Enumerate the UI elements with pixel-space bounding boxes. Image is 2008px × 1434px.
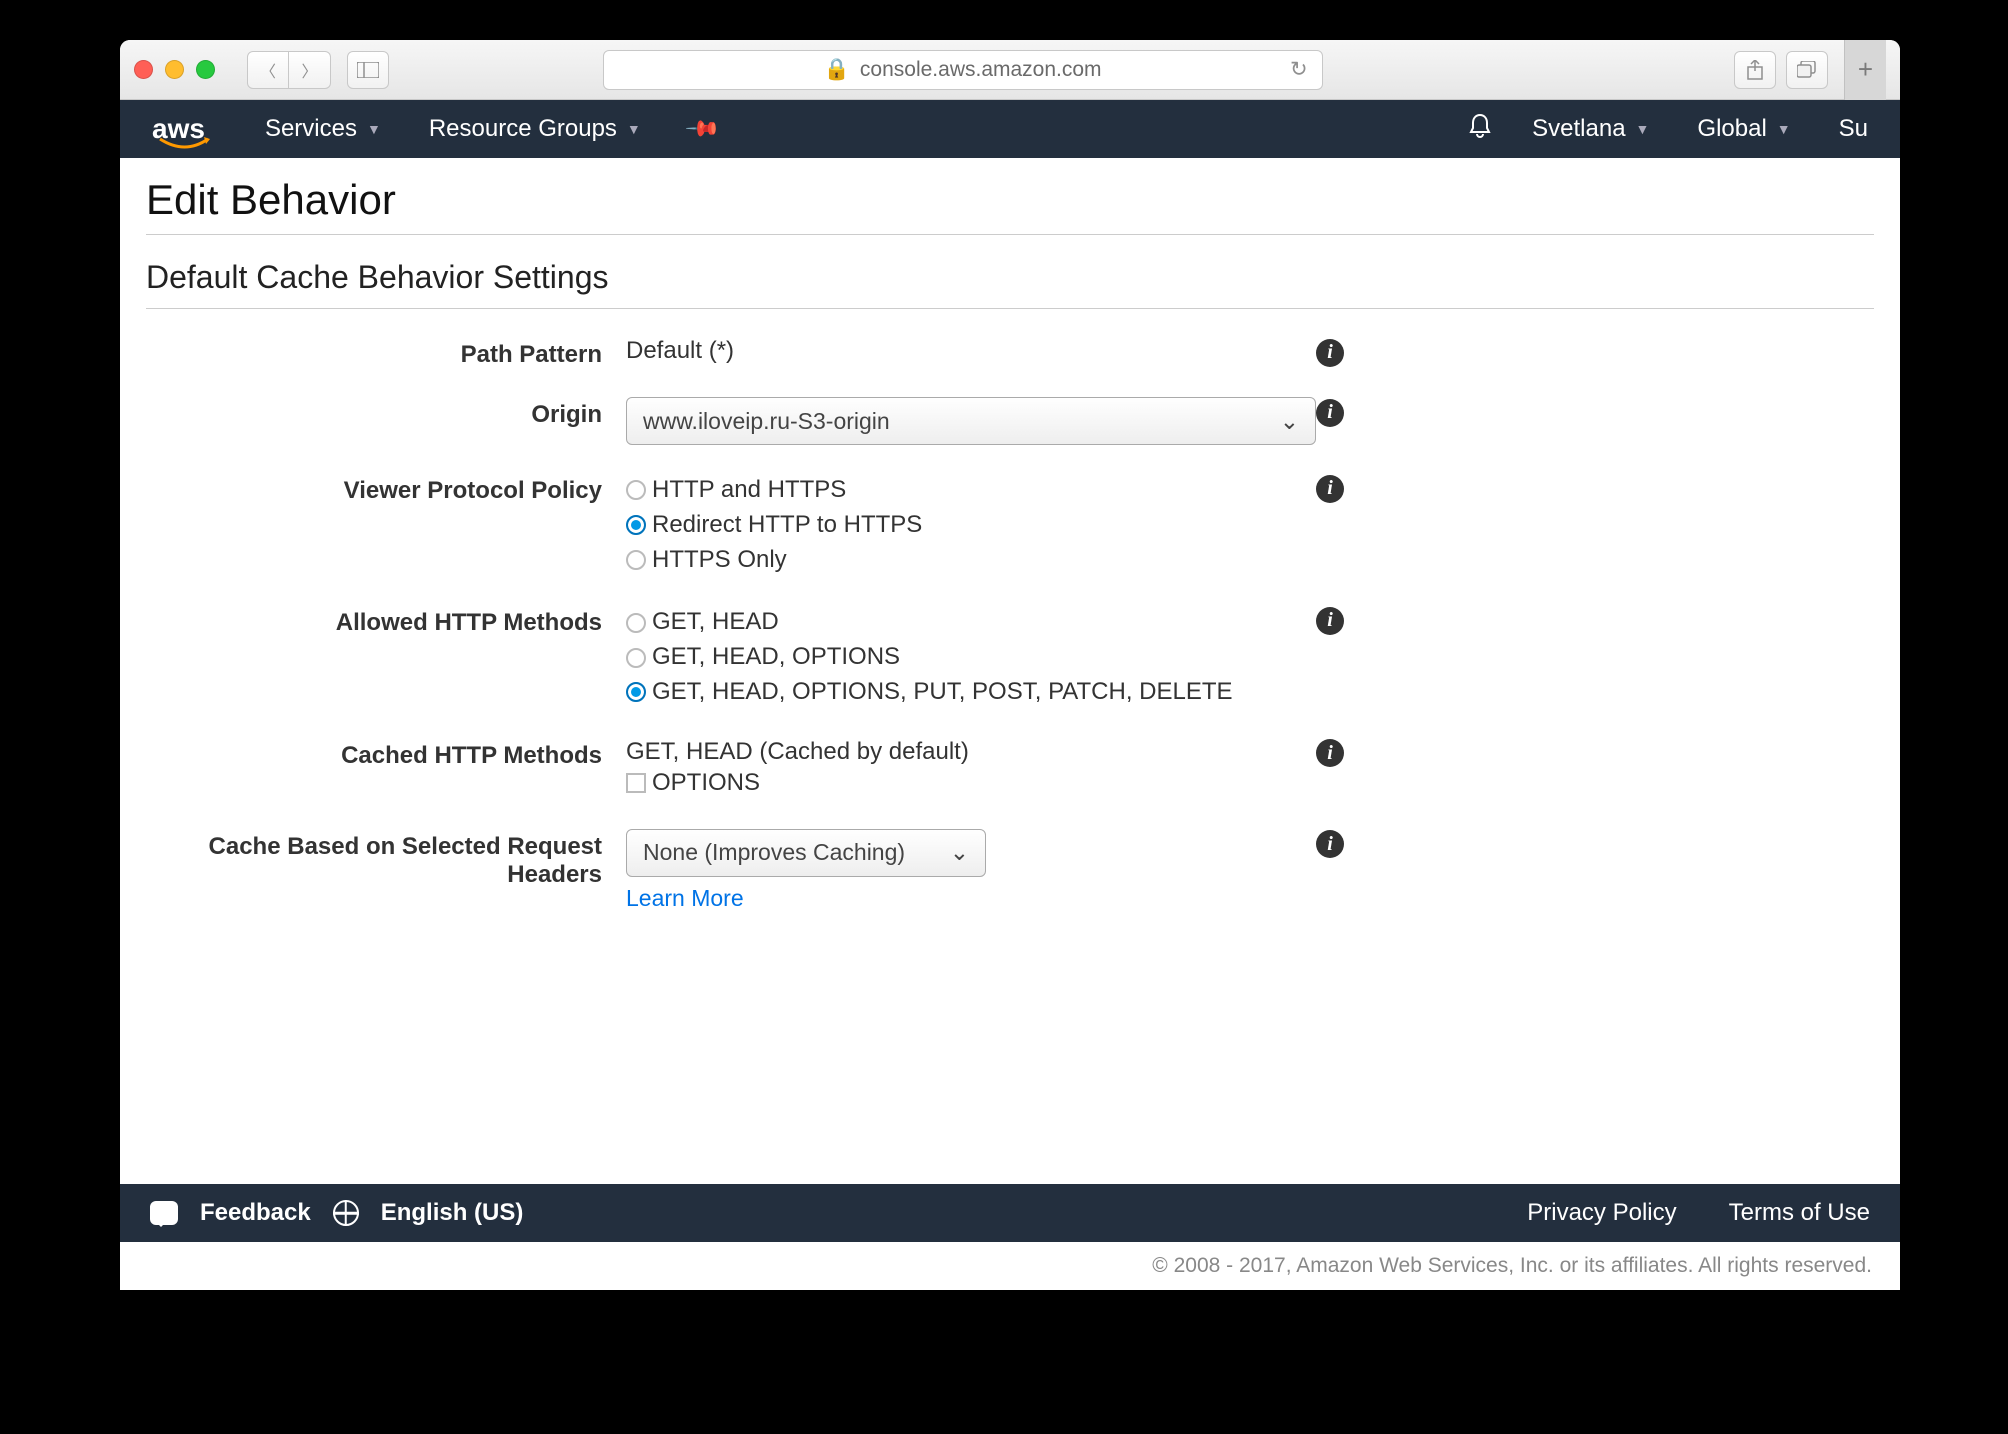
new-tab-button[interactable]: + (1844, 40, 1886, 100)
address-bar[interactable]: 🔒 console.aws.amazon.com ↻ (603, 50, 1323, 90)
feedback-link[interactable]: Feedback (200, 1199, 311, 1227)
origin-label: Origin (146, 397, 626, 429)
chevron-down-icon: ▼ (1777, 121, 1791, 137)
radio-icon (626, 613, 646, 633)
zoom-window-icon[interactable] (196, 60, 215, 79)
tabs-button[interactable] (1786, 51, 1828, 89)
nav-services[interactable]: Services ▼ (265, 115, 381, 143)
row-origin: Origin www.iloveip.ru-S3-origin ⌄ i (146, 397, 1874, 445)
globe-icon (333, 1200, 359, 1226)
back-button[interactable]: 〈 (247, 51, 289, 89)
sidebar-toggle-button[interactable] (347, 51, 389, 89)
chevron-down-icon: ⌄ (1280, 408, 1299, 435)
allowed-methods-option-0[interactable]: GET, HEAD (626, 605, 1316, 640)
privacy-link[interactable]: Privacy Policy (1527, 1199, 1676, 1227)
info-icon[interactable]: i (1316, 339, 1344, 367)
share-button[interactable] (1734, 51, 1776, 89)
nav-user-label: Svetlana (1532, 115, 1625, 143)
nav-support[interactable]: Su (1839, 115, 1868, 143)
nav-resource-groups[interactable]: Resource Groups ▼ (429, 115, 641, 143)
footer-dark: Feedback English (US) Privacy Policy Ter… (120, 1184, 1900, 1242)
page-title: Edit Behavior (146, 176, 1874, 235)
section-title: Default Cache Behavior Settings (146, 259, 1874, 309)
cache-headers-label: Cache Based on Selected Request Headers (146, 829, 626, 889)
cached-methods-note: GET, HEAD (Cached by default) (626, 738, 1316, 766)
chevron-down-icon: ⌄ (950, 839, 969, 866)
row-viewer-protocol: Viewer Protocol Policy HTTP and HTTPS Re… (146, 473, 1874, 577)
cached-methods-options-checkbox[interactable]: OPTIONS (626, 766, 1316, 801)
row-cache-headers: Cache Based on Selected Request Headers … (146, 829, 1874, 913)
info-icon[interactable]: i (1316, 739, 1344, 767)
main-content: Edit Behavior Default Cache Behavior Set… (120, 158, 1900, 1184)
nav-back-forward: 〈 〉 (247, 51, 331, 89)
nav-services-label: Services (265, 115, 357, 143)
viewer-protocol-option-2[interactable]: HTTPS Only (626, 543, 1316, 578)
cache-headers-select[interactable]: None (Improves Caching) ⌄ (626, 829, 986, 877)
path-pattern-label: Path Pattern (146, 337, 626, 369)
notifications-icon[interactable] (1468, 113, 1492, 146)
terms-link[interactable]: Terms of Use (1729, 1199, 1870, 1227)
viewer-protocol-option-0[interactable]: HTTP and HTTPS (626, 473, 1316, 508)
nav-pin[interactable]: 📌 (689, 116, 716, 142)
viewer-protocol-label: Viewer Protocol Policy (146, 473, 626, 505)
share-icon (1746, 60, 1764, 80)
allowed-methods-option-1[interactable]: GET, HEAD, OPTIONS (626, 640, 1316, 675)
info-icon[interactable]: i (1316, 830, 1344, 858)
nav-user[interactable]: Svetlana ▼ (1532, 115, 1649, 143)
tabs-icon (1797, 61, 1817, 79)
checkbox-icon (626, 773, 646, 793)
chevron-down-icon: ▼ (627, 121, 641, 137)
radio-selected-icon (626, 682, 646, 702)
aws-logo[interactable]: aws (152, 113, 205, 145)
minimize-window-icon[interactable] (165, 60, 184, 79)
radio-selected-icon (626, 515, 646, 535)
pin-icon: 📌 (684, 110, 722, 148)
forward-button[interactable]: 〉 (289, 51, 331, 89)
sidebar-icon (357, 62, 379, 78)
row-allowed-methods: Allowed HTTP Methods GET, HEAD GET, HEAD… (146, 605, 1874, 709)
nav-region[interactable]: Global ▼ (1697, 115, 1790, 143)
radio-icon (626, 550, 646, 570)
radio-icon (626, 648, 646, 668)
nav-support-label: Su (1839, 115, 1868, 143)
chevron-down-icon: ▼ (1636, 121, 1650, 137)
info-icon[interactable]: i (1316, 399, 1344, 427)
aws-nav: aws Services ▼ Resource Groups ▼ 📌 Svetl… (120, 100, 1900, 158)
footer-copyright: © 2008 - 2017, Amazon Web Services, Inc.… (120, 1242, 1900, 1290)
aws-smile-icon (158, 137, 212, 151)
language-selector[interactable]: English (US) (381, 1199, 524, 1227)
close-window-icon[interactable] (134, 60, 153, 79)
cache-headers-select-value: None (Improves Caching) (643, 839, 905, 866)
row-path-pattern: Path Pattern Default (*) i (146, 337, 1874, 369)
nav-region-label: Global (1697, 115, 1766, 143)
copyright-text: © 2008 - 2017, Amazon Web Services, Inc.… (1152, 1254, 1872, 1278)
info-icon[interactable]: i (1316, 475, 1344, 503)
allowed-methods-label: Allowed HTTP Methods (146, 605, 626, 637)
row-cached-methods: Cached HTTP Methods GET, HEAD (Cached by… (146, 738, 1874, 801)
viewer-protocol-option-1[interactable]: Redirect HTTP to HTTPS (626, 508, 1316, 543)
url-host: console.aws.amazon.com (860, 58, 1102, 82)
reload-icon[interactable]: ↻ (1290, 57, 1308, 82)
feedback-icon (150, 1201, 178, 1225)
cached-methods-label: Cached HTTP Methods (146, 738, 626, 770)
info-icon[interactable]: i (1316, 607, 1344, 635)
allowed-methods-option-2[interactable]: GET, HEAD, OPTIONS, PUT, POST, PATCH, DE… (626, 675, 1316, 710)
path-pattern-value: Default (*) (626, 337, 1316, 365)
window-controls (134, 60, 215, 79)
nav-resource-groups-label: Resource Groups (429, 115, 617, 143)
browser-window: 〈 〉 🔒 console.aws.amazon.com ↻ + aws Ser… (120, 40, 1900, 1290)
browser-titlebar: 〈 〉 🔒 console.aws.amazon.com ↻ + (120, 40, 1900, 100)
chevron-down-icon: ▼ (367, 121, 381, 137)
lock-icon: 🔒 (824, 58, 850, 82)
radio-icon (626, 480, 646, 500)
origin-select-value: www.iloveip.ru-S3-origin (643, 408, 890, 435)
origin-select[interactable]: www.iloveip.ru-S3-origin ⌄ (626, 397, 1316, 445)
learn-more-link[interactable]: Learn More (626, 885, 744, 912)
